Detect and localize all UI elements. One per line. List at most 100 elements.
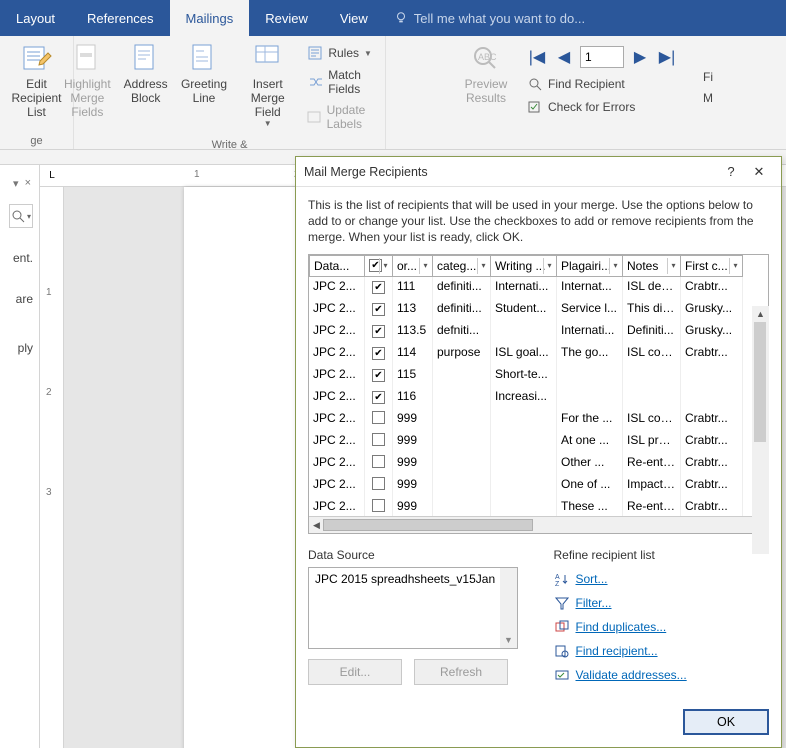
row-checkbox[interactable]: ✔: [372, 369, 385, 382]
refresh-button[interactable]: Refresh: [414, 659, 508, 685]
vertical-ruler[interactable]: 1 2 3: [40, 187, 64, 748]
tab-view[interactable]: View: [324, 0, 384, 36]
row-checkbox[interactable]: ✔: [372, 281, 385, 294]
chevron-down-icon[interactable]: ▾: [609, 258, 621, 274]
row-checkbox[interactable]: [372, 411, 385, 424]
sort-link[interactable]: AZSort...: [554, 571, 770, 587]
row-checkbox[interactable]: [372, 477, 385, 490]
next-record-button[interactable]: ▶: [629, 46, 651, 68]
cell-plagiarism: For the ...: [557, 409, 623, 431]
edit-datasource-button[interactable]: Edit...: [308, 659, 402, 685]
search-icon: [11, 209, 25, 223]
find-recipient-button[interactable]: Find Recipient: [524, 74, 680, 94]
cell-plagiarism: [557, 365, 623, 387]
cell-checkbox[interactable]: [365, 431, 393, 453]
scroll-left-icon[interactable]: ◀: [309, 517, 324, 534]
chevron-down-icon[interactable]: ▾: [477, 258, 489, 274]
ok-button[interactable]: OK: [683, 709, 769, 735]
first-record-button[interactable]: |◀: [526, 46, 548, 68]
dialog-titlebar[interactable]: Mail Merge Recipients ? ✕: [296, 157, 781, 187]
table-row[interactable]: JPC 2...999At one ...ISL prog...Crabtr..…: [309, 431, 768, 453]
rules-button[interactable]: Rules ▼: [304, 43, 399, 63]
grid-h-scrollbar[interactable]: ◀ ▶: [309, 516, 768, 533]
scroll-thumb-v[interactable]: [754, 322, 766, 442]
row-checkbox[interactable]: [372, 499, 385, 512]
row-checkbox[interactable]: [372, 433, 385, 446]
col-notes[interactable]: Notes▾: [623, 255, 681, 277]
match-fields-button[interactable]: Match Fields: [304, 66, 399, 98]
filter-link[interactable]: Filter...: [554, 595, 770, 611]
data-source-list[interactable]: JPC 2015 spreadhsheets_v15Jan ▼: [308, 567, 518, 649]
grid-v-scrollbar[interactable]: ▲: [752, 306, 769, 554]
lightbulb-icon: [394, 11, 408, 25]
col-first[interactable]: First c...▾: [681, 255, 743, 277]
table-row[interactable]: JPC 2...✔116Increasi...: [309, 387, 768, 409]
row-checkbox[interactable]: ✔: [372, 303, 385, 316]
find-recipient-link[interactable]: Find recipient...: [554, 643, 770, 659]
table-row[interactable]: JPC 2...✔113.5defniti...Internati...Defi…: [309, 321, 768, 343]
col-writing[interactable]: Writing ...▾: [491, 255, 557, 277]
cell-checkbox[interactable]: [365, 475, 393, 497]
table-row[interactable]: JPC 2...✔115Short-te...: [309, 365, 768, 387]
insert-merge-field-button[interactable]: Insert Merge Field▼: [233, 40, 302, 131]
table-row[interactable]: JPC 2...✔113definiti...Student...Service…: [309, 299, 768, 321]
data-source-item[interactable]: JPC 2015 spreadhsheets_v15Jan: [315, 572, 495, 586]
scroll-up-icon[interactable]: ▲: [752, 306, 769, 322]
record-number-input[interactable]: [580, 46, 624, 68]
cell-checkbox[interactable]: ✔: [365, 277, 393, 299]
tab-review[interactable]: Review: [249, 0, 324, 36]
cell-checkbox[interactable]: [365, 409, 393, 431]
col-plagiarism[interactable]: Plagairi...▾: [557, 255, 623, 277]
chevron-down-icon[interactable]: ▾: [729, 258, 741, 274]
col-category[interactable]: categ...▾: [433, 255, 491, 277]
col-data[interactable]: Data...: [309, 255, 365, 277]
cell-checkbox[interactable]: [365, 497, 393, 516]
table-row[interactable]: JPC 2...✔111definiti...Internati...Inter…: [309, 277, 768, 299]
prev-record-button[interactable]: ◀: [553, 46, 575, 68]
search-button[interactable]: ▾: [9, 204, 33, 228]
greeting-line-button[interactable]: Greeting Line: [175, 40, 233, 108]
table-row[interactable]: JPC 2...999Other ...Re-entr...Crabtr...: [309, 453, 768, 475]
row-checkbox[interactable]: ✔: [372, 325, 385, 338]
chevron-down-icon[interactable]: ▾: [419, 258, 431, 274]
row-checkbox[interactable]: [372, 455, 385, 468]
update-labels-button[interactable]: Update Labels: [304, 101, 399, 133]
col-checkbox[interactable]: ✔▾: [365, 255, 393, 277]
cell-checkbox[interactable]: ✔: [365, 321, 393, 343]
address-block-button[interactable]: Address Block: [117, 40, 175, 108]
scroll-thumb[interactable]: [323, 519, 533, 531]
dialog-help-button[interactable]: ?: [717, 164, 745, 179]
col-order[interactable]: or...▾: [393, 255, 433, 277]
tab-references[interactable]: References: [71, 0, 169, 36]
table-row[interactable]: JPC 2...999These ...Re-entr...Crabtr...: [309, 497, 768, 516]
highlight-merge-fields-button[interactable]: Highlight Merge Fields: [58, 40, 116, 121]
cell-checkbox[interactable]: ✔: [365, 343, 393, 365]
table-row[interactable]: JPC 2...✔114purposeISL goal...The go...I…: [309, 343, 768, 365]
cell-checkbox[interactable]: ✔: [365, 299, 393, 321]
last-record-button[interactable]: ▶|: [656, 46, 678, 68]
preview-results-button[interactable]: ABC Preview Results: [454, 40, 518, 108]
row-checkbox[interactable]: ✔: [372, 391, 385, 404]
cell-data: JPC 2...: [309, 475, 365, 497]
check-errors-button[interactable]: Check for Errors: [524, 97, 680, 117]
ds-scrollbar[interactable]: ▼: [500, 568, 517, 648]
validate-addresses-link[interactable]: Validate addresses...: [554, 667, 770, 683]
cell-checkbox[interactable]: ✔: [365, 365, 393, 387]
cell-checkbox[interactable]: [365, 453, 393, 475]
chevron-down-icon[interactable]: ▾: [543, 258, 555, 274]
dialog-close-button[interactable]: ✕: [745, 164, 773, 180]
chevron-down-icon[interactable]: ▾: [379, 258, 391, 274]
tab-selector[interactable]: L: [40, 165, 64, 186]
chevron-down-icon[interactable]: ▾: [667, 258, 679, 274]
tab-mailings[interactable]: Mailings: [170, 0, 250, 36]
row-checkbox[interactable]: ✔: [372, 347, 385, 360]
cell-checkbox[interactable]: ✔: [365, 387, 393, 409]
tab-layout[interactable]: Layout: [0, 0, 71, 36]
tell-me-box[interactable]: Tell me what you want to do...: [384, 11, 595, 26]
table-row[interactable]: JPC 2...999One of ...Impact ...Crabtr...: [309, 475, 768, 497]
find-duplicates-link[interactable]: Find duplicates...: [554, 619, 770, 635]
table-row[interactable]: JPC 2...999For the ...ISL com...Crabtr..…: [309, 409, 768, 431]
close-pane-button[interactable]: ▾×: [5, 173, 39, 194]
svg-text:Z: Z: [555, 581, 560, 586]
scroll-down-icon[interactable]: ▼: [500, 632, 517, 648]
